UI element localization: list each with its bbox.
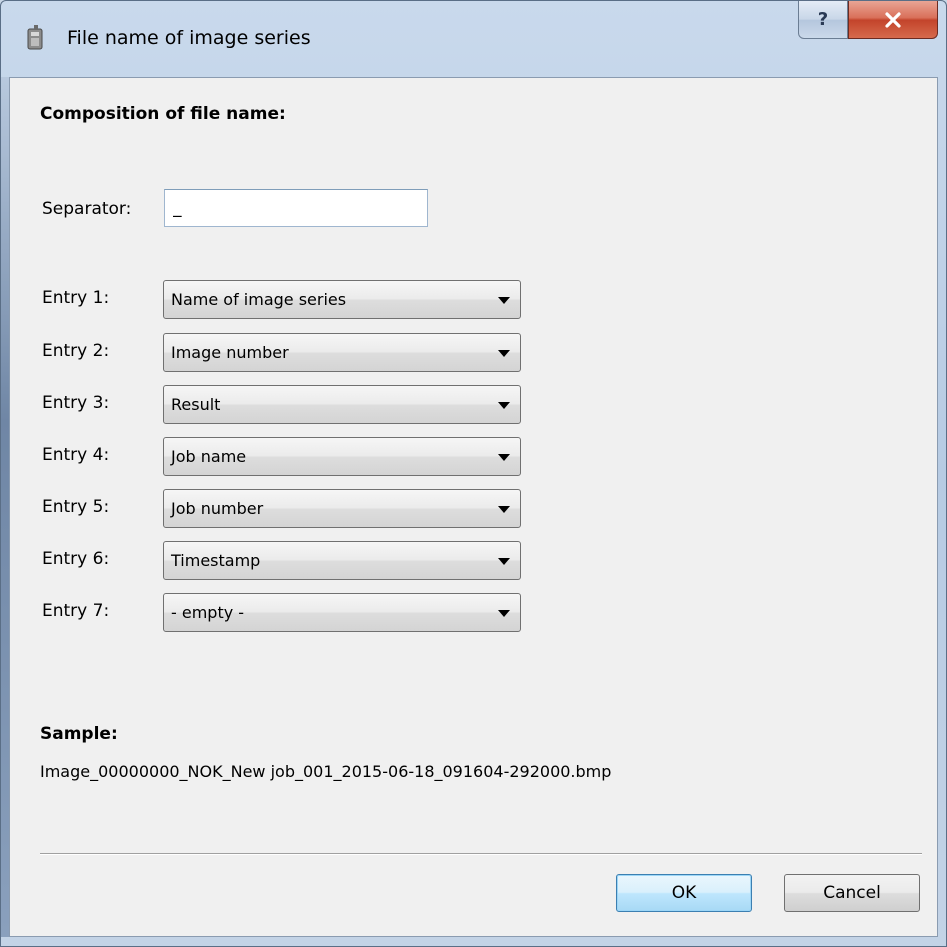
entry-4-value: Job name <box>171 447 247 466</box>
entry-6-label: Entry 6: <box>42 549 110 569</box>
entry-4-label: Entry 4: <box>42 445 110 465</box>
entry-6-dropdown[interactable]: Timestamp <box>163 541 521 580</box>
close-button[interactable] <box>848 1 938 39</box>
entry-2-dropdown[interactable]: Image number <box>163 333 521 372</box>
entry-2-value: Image number <box>171 343 289 362</box>
entry-7-dropdown[interactable]: - empty - <box>163 593 521 632</box>
separator-label: Separator: <box>42 199 132 219</box>
window-left-border <box>1 77 9 937</box>
entry-5-label: Entry 5: <box>42 497 110 517</box>
dropdown-arrow-icon <box>498 506 510 513</box>
dropdown-arrow-icon <box>498 350 510 357</box>
entry-1-label: Entry 1: <box>42 288 110 308</box>
entry-1-dropdown[interactable]: Name of image series <box>163 280 521 319</box>
sample-filename: Image_00000000_NOK_New job_001_2015-06-1… <box>40 762 612 781</box>
dropdown-arrow-icon <box>498 402 510 409</box>
help-icon: ? <box>817 9 829 30</box>
entry-6-value: Timestamp <box>171 551 261 570</box>
composition-heading: Composition of file name: <box>40 104 286 124</box>
entry-2-label: Entry 2: <box>42 341 110 361</box>
entry-7-value: - empty - <box>171 603 245 622</box>
app-icon <box>27 25 43 50</box>
window-title: File name of image series <box>67 27 311 49</box>
dropdown-arrow-icon <box>498 558 510 565</box>
sample-label: Sample: <box>40 724 118 744</box>
help-button[interactable]: ? <box>798 1 848 39</box>
entry-5-dropdown[interactable]: Job number <box>163 489 521 528</box>
close-icon <box>885 11 901 28</box>
entry-1-value: Name of image series <box>171 290 347 309</box>
dropdown-arrow-icon <box>498 297 510 304</box>
title-bar[interactable]: File name of image series ? <box>1 1 946 77</box>
cancel-button[interactable]: Cancel <box>784 874 920 912</box>
entry-3-label: Entry 3: <box>42 393 110 413</box>
separator-input[interactable] <box>164 189 428 227</box>
entry-3-dropdown[interactable]: Result <box>163 385 521 424</box>
entry-7-label: Entry 7: <box>42 601 110 621</box>
dropdown-arrow-icon <box>498 610 510 617</box>
dropdown-arrow-icon <box>498 454 510 461</box>
entry-4-dropdown[interactable]: Job name <box>163 437 521 476</box>
ok-button[interactable]: OK <box>616 874 752 912</box>
dialog-body: Composition of file name: Separator: Ent… <box>9 77 938 937</box>
button-divider <box>40 853 922 855</box>
dialog-window: File name of image series ? Composition … <box>0 0 947 947</box>
entry-5-value: Job number <box>171 499 264 518</box>
entry-3-value: Result <box>171 395 221 414</box>
